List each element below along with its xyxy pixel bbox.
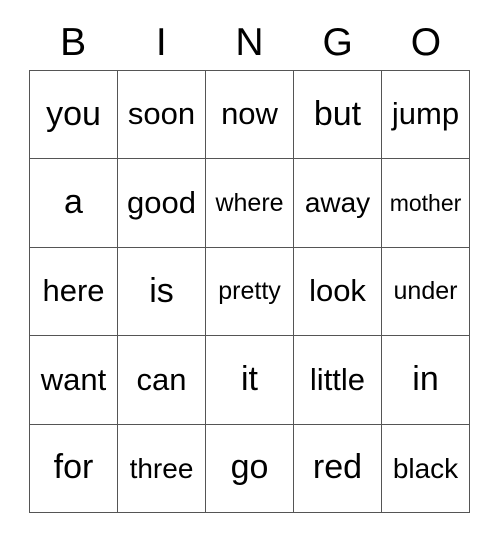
bingo-cell-word: pretty	[218, 277, 281, 306]
bingo-cell-word: it	[241, 360, 258, 399]
bingo-cell-word: three	[129, 452, 194, 484]
bingo-cell[interactable]: jump	[382, 71, 470, 160]
bingo-card: B I N G O you soon now but jump a good w…	[0, 0, 500, 544]
bingo-cell[interactable]: three	[118, 424, 206, 513]
bingo-cell-word: you	[46, 94, 101, 133]
bingo-cell[interactable]: in	[382, 336, 470, 425]
bingo-cell-word: away	[304, 187, 371, 219]
bingo-grid: you soon now but jump a good where away …	[29, 70, 470, 513]
bingo-cell-word: can	[136, 361, 187, 397]
bingo-cell-word: in	[412, 360, 439, 399]
bingo-cell[interactable]: away	[294, 159, 382, 248]
bingo-cell-word: but	[313, 94, 362, 133]
header-letter-g: G	[322, 20, 353, 64]
bingo-cell[interactable]: it	[206, 336, 294, 425]
bingo-cell[interactable]: a	[30, 159, 118, 248]
bingo-cell[interactable]: for	[30, 424, 118, 513]
bingo-cell-word: now	[221, 96, 278, 132]
header-letter-b: B	[60, 20, 87, 64]
bingo-cell[interactable]: where	[206, 159, 294, 248]
bingo-cell[interactable]: is	[118, 247, 206, 337]
bingo-cell-word: for	[53, 448, 94, 487]
bingo-cell-word: jump	[391, 96, 460, 132]
bingo-cell[interactable]: can	[118, 336, 206, 425]
bingo-cell-word: is	[149, 271, 174, 310]
bingo-cell[interactable]: here	[30, 247, 118, 337]
bingo-cell[interactable]: look	[294, 247, 382, 337]
bingo-cell[interactable]: pretty	[206, 247, 294, 337]
bingo-cell[interactable]: mother	[382, 159, 470, 248]
bingo-header-row: B I N G O	[29, 14, 470, 70]
bingo-cell-word: where	[215, 188, 284, 217]
header-letter-n: N	[235, 20, 264, 64]
bingo-cell-word: soon	[127, 96, 196, 132]
bingo-cell[interactable]: little	[294, 336, 382, 425]
bingo-cell-word: look	[309, 273, 366, 309]
bingo-cell[interactable]: red	[294, 424, 382, 513]
bingo-cell-word: little	[309, 361, 366, 397]
bingo-cell[interactable]: now	[206, 71, 294, 160]
bingo-cell-word: mother	[389, 190, 462, 217]
bingo-cell-word: a	[64, 183, 83, 222]
bingo-cell[interactable]: want	[30, 336, 118, 425]
bingo-cell-word: black	[392, 452, 459, 484]
bingo-cell[interactable]: you	[30, 71, 118, 160]
bingo-cell-word: here	[42, 273, 105, 309]
bingo-cell-word: good	[127, 184, 196, 220]
bingo-cell[interactable]: black	[382, 424, 470, 513]
bingo-cell-word: under	[393, 277, 458, 306]
bingo-cell-word: red	[312, 448, 363, 487]
bingo-cell-word: want	[40, 361, 107, 397]
bingo-cell[interactable]: soon	[118, 71, 206, 160]
bingo-cell-word: go	[230, 448, 269, 487]
bingo-cell[interactable]: under	[382, 247, 470, 337]
bingo-cell[interactable]: go	[206, 424, 294, 513]
header-letter-o: O	[410, 20, 442, 64]
bingo-cell[interactable]: but	[294, 71, 382, 160]
bingo-cell[interactable]: good	[118, 159, 206, 248]
header-letter-i: I	[155, 20, 167, 64]
